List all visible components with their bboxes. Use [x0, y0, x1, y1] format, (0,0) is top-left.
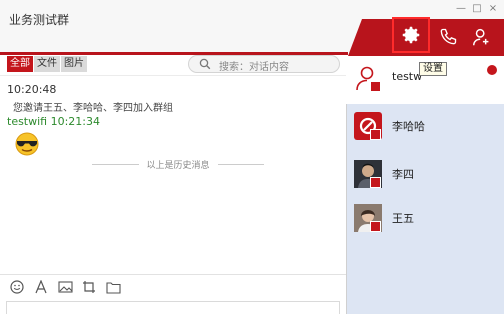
add-member-button[interactable] — [469, 24, 495, 50]
system-message: 您邀请王五、李哈哈、李四加入群组 — [13, 103, 173, 114]
input-toolbar — [9, 279, 121, 295]
tab-all[interactable]: 全部 — [7, 56, 34, 72]
screenshot-button[interactable] — [81, 279, 97, 295]
call-button[interactable] — [435, 24, 461, 50]
search-placeholder: 搜索：对话内容 — [219, 62, 289, 73]
window-controls: — □ × — [456, 3, 498, 14]
maximize-button[interactable]: □ — [472, 3, 482, 14]
send-file-button[interactable] — [105, 279, 121, 295]
tab-files[interactable]: 文件 — [34, 56, 61, 72]
member-item[interactable]: 王五 — [346, 196, 504, 244]
image-icon — [57, 281, 73, 293]
crop-icon — [83, 281, 95, 293]
add-user-icon — [473, 28, 489, 46]
message-filter-tabs: 全部 文件 图片 — [7, 56, 88, 72]
message-timestamp: 10:20:48 — [7, 83, 57, 96]
message-input[interactable] — [6, 301, 340, 314]
folder-icon — [105, 281, 121, 294]
device-badge-icon — [370, 81, 381, 92]
settings-tooltip: 设置 — [419, 62, 447, 76]
toolbar-divider — [0, 274, 346, 275]
phone-icon — [440, 28, 457, 45]
settings-button[interactable] — [392, 17, 430, 53]
search-box[interactable]: 搜索：对话内容 — [188, 55, 340, 73]
member-name: testw — [392, 70, 423, 83]
member-name: 王五 — [392, 212, 414, 225]
tab-images[interactable]: 图片 — [61, 56, 88, 72]
device-badge-icon — [370, 221, 381, 232]
sunglasses-emoji-icon — [15, 132, 39, 156]
image-button[interactable] — [57, 279, 73, 295]
font-icon — [35, 280, 47, 294]
status-dot-icon — [487, 65, 497, 75]
message-sender: testwifi 10:21:34 — [7, 115, 101, 128]
history-label: 以上是历史消息 — [146, 161, 210, 171]
history-divider: 以上是历史消息 — [92, 158, 265, 171]
window-title: 业务测试群 — [9, 13, 70, 27]
device-badge-icon — [370, 129, 381, 140]
member-item[interactable]: 李哈哈 — [346, 104, 504, 152]
emoji-button[interactable] — [9, 279, 25, 295]
divider — [0, 75, 346, 76]
gear-icon — [402, 26, 420, 44]
smiley-icon — [10, 280, 24, 294]
minimize-button[interactable]: — — [456, 3, 466, 14]
member-item[interactable]: 李四 — [346, 152, 504, 200]
search-icon — [199, 58, 211, 70]
close-button[interactable]: × — [488, 3, 498, 14]
member-name: 李哈哈 — [392, 120, 425, 133]
member-name: 李四 — [392, 168, 414, 181]
device-badge-icon — [370, 177, 381, 188]
font-button[interactable] — [33, 279, 49, 295]
